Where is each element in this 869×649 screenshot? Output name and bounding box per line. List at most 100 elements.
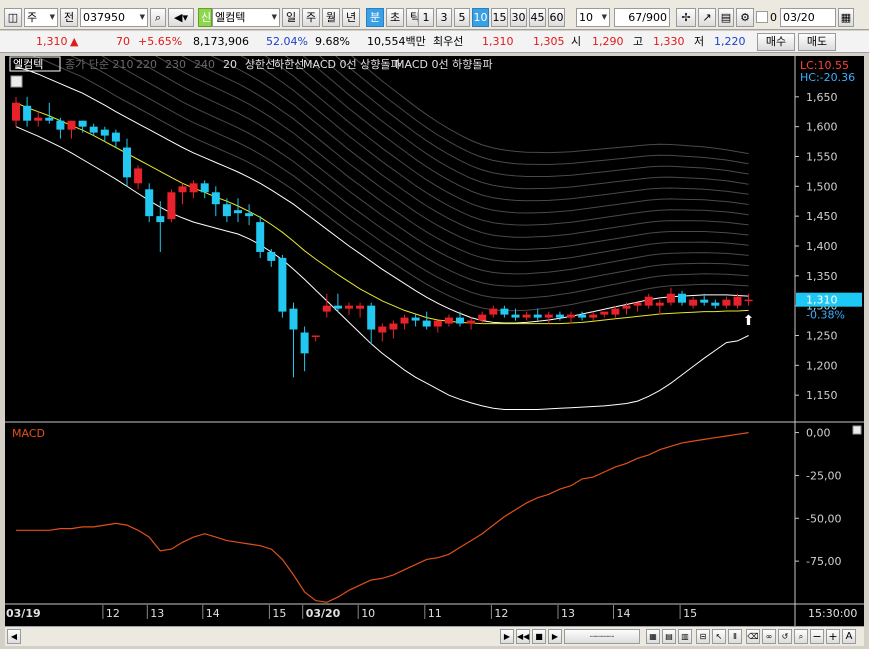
date-input[interactable]: 03/20: [780, 8, 836, 27]
best-bid: 1,305: [533, 35, 565, 48]
crosshair-icon[interactable]: ✢: [676, 8, 696, 27]
grid-icon[interactable]: ▦: [646, 629, 660, 644]
interval-3[interactable]: 3: [436, 8, 452, 27]
line-tool-icon[interactable]: ↗: [698, 8, 716, 27]
font-size-button[interactable]: A: [842, 629, 856, 644]
calendar-icon[interactable]: ▦: [838, 8, 854, 27]
link-icon[interactable]: ∞: [762, 629, 776, 644]
zoom-out-button[interactable]: −: [810, 629, 824, 644]
split-icon[interactable]: ⊟: [696, 629, 710, 644]
candle-body: [411, 317, 420, 321]
play-button[interactable]: ▶: [548, 629, 562, 644]
interval-30[interactable]: 30: [510, 8, 527, 27]
interval-select[interactable]: 10: [576, 8, 610, 27]
candle-body: [289, 308, 298, 330]
buy-button[interactable]: 매수: [757, 33, 795, 51]
candle-body: [123, 147, 131, 178]
zoom-icon[interactable]: ⌕: [794, 629, 808, 644]
candle-body: [23, 105, 32, 121]
candle-body: [378, 326, 387, 333]
stock-name-field[interactable]: 엘컴텍: [212, 8, 280, 27]
sell-button[interactable]: 매도: [798, 33, 836, 51]
legend-item-6: 하한선: [274, 57, 304, 71]
tab-4[interactable]: 분: [366, 8, 384, 27]
macd-y-tick-label: -25,00: [806, 469, 841, 482]
interval-10[interactable]: 10: [472, 8, 489, 27]
date-value: 03/20: [783, 11, 815, 24]
macd-label: MACD: [12, 427, 45, 440]
gear-icon[interactable]: ⚙: [736, 8, 754, 27]
zoom-slider[interactable]: ┈┈┈┈┈: [564, 629, 640, 644]
candle-body: [544, 314, 553, 318]
y-tick-label: 1,350: [806, 270, 838, 283]
candle-body: [422, 320, 431, 327]
window-icon[interactable]: ◫: [4, 8, 22, 27]
candle-body: [45, 117, 54, 121]
y-tick-label: 1,600: [806, 121, 838, 134]
panel-icon[interactable]: ▥: [678, 629, 692, 644]
legend-item-3: 240: [194, 58, 215, 71]
x-tick-label: 15: [272, 607, 286, 620]
y-tick-label: 1,500: [806, 180, 838, 193]
draw-icon[interactable]: ↖: [712, 629, 726, 644]
interval-60[interactable]: 60: [548, 8, 565, 27]
text-icon[interactable]: Ⅱ: [728, 629, 742, 644]
candle-body: [200, 183, 209, 193]
chart-toolbar: ◫ 주 전 037950 ⌕ ◀▾ 신 엘컴텍 일주월년분초틱 13510153…: [0, 0, 869, 30]
candle-body: [111, 132, 120, 142]
x-tick-label: 03/19: [6, 607, 41, 620]
chart-area[interactable]: 1,6501,6001,5501,5001,4501,4001,3501,300…: [5, 56, 864, 626]
candle-body: [267, 251, 276, 261]
stop-button[interactable]: ■: [532, 629, 546, 644]
candle-body: [611, 308, 620, 315]
tab-1[interactable]: 주: [302, 8, 320, 27]
interval-15[interactable]: 15: [491, 8, 508, 27]
stock-code-input[interactable]: 037950: [80, 8, 148, 27]
x-tick-label: 12: [106, 607, 120, 620]
count-input[interactable]: 67/900: [614, 8, 670, 27]
candle-body: [67, 120, 76, 130]
open-label: 시: [571, 35, 582, 48]
candle-body: [167, 192, 176, 220]
undo-icon[interactable]: ↺: [778, 629, 792, 644]
interval-1[interactable]: 1: [418, 8, 434, 27]
macd-close-icon: [852, 425, 862, 435]
scroll-prev-button[interactable]: ▶: [500, 629, 514, 644]
candle-body: [345, 305, 353, 309]
candle-body: [467, 320, 476, 324]
candle-body: [600, 311, 609, 315]
candle-body: [322, 305, 331, 312]
interval-45[interactable]: 45: [529, 8, 546, 27]
scroll-left-button[interactable]: ◀: [7, 629, 21, 644]
scroll-back-button[interactable]: ◀◀: [516, 629, 530, 644]
candle-body: [444, 317, 453, 324]
tab-2[interactable]: 월: [322, 8, 340, 27]
candle-body: [644, 296, 653, 306]
tab-3[interactable]: 년: [342, 8, 360, 27]
print-icon[interactable]: ▤: [718, 8, 734, 27]
prev-button[interactable]: 전: [60, 8, 78, 27]
low-label: 저: [694, 35, 705, 48]
candle-body: [666, 293, 675, 303]
y-tick-label: 1,250: [806, 329, 838, 342]
legend-item-0: 종가 단순 210: [65, 58, 133, 71]
candle-body: [12, 102, 20, 121]
table-icon[interactable]: ▤: [662, 629, 676, 644]
candle-body: [222, 204, 231, 217]
time-label: 15:30:00: [808, 607, 857, 620]
tab-0[interactable]: 일: [282, 8, 300, 27]
candle-body: [333, 305, 342, 309]
eraser-icon[interactable]: ⌫: [746, 629, 760, 644]
x-tick-label: 12: [494, 607, 508, 620]
zoom-in-button[interactable]: +: [826, 629, 840, 644]
period-type-select[interactable]: 주: [24, 8, 58, 27]
candle-body: [389, 323, 398, 330]
chart-scrollbar[interactable]: ◀ ▶ ◀◀ ■ ▶ ┈┈┈┈┈ ▦ ▤ ▥ ⊟ ↖ Ⅱ ⌫ ∞ ↺ ⌕ − +…: [5, 626, 864, 646]
search-icon[interactable]: ⌕: [150, 8, 166, 27]
interval-5[interactable]: 5: [454, 8, 470, 27]
tab-5[interactable]: 초: [386, 8, 404, 27]
checkbox[interactable]: [756, 11, 768, 23]
x-tick-label: 11: [428, 607, 442, 620]
price-change-label: -0.38%: [806, 309, 845, 322]
speaker-icon[interactable]: ◀▾: [168, 8, 194, 27]
